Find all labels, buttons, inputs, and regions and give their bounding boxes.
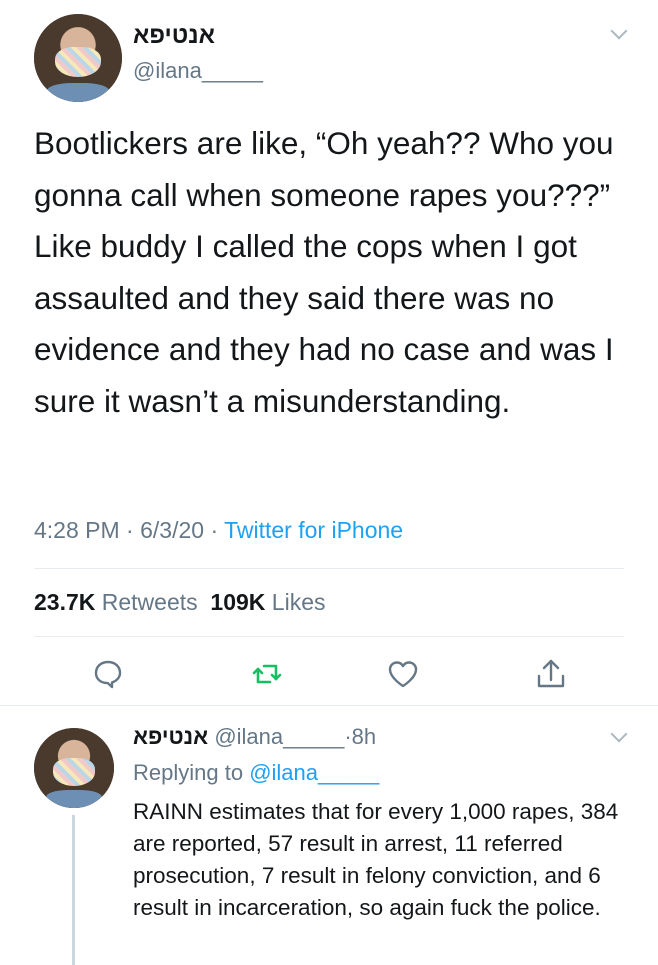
tweet-meta: 4:28 PM · 6/3/20 · Twitter for iPhone	[34, 517, 403, 544]
replying-label: Replying to	[133, 760, 244, 785]
divider	[0, 705, 658, 706]
likes-label[interactable]: Likes	[272, 589, 326, 615]
reply-display-name[interactable]: אנטיפא	[133, 724, 208, 749]
handle[interactable]: @ilana_____	[133, 58, 263, 84]
tweet-text: Bootlickers are like, “Oh yeah?? Who you…	[34, 125, 614, 419]
divider	[34, 636, 624, 637]
reply-icon[interactable]	[90, 656, 126, 692]
thread-line	[72, 815, 75, 965]
reply-header: אנטיפא @ilana_____·8h	[133, 724, 376, 750]
share-icon[interactable]	[533, 656, 569, 692]
divider	[34, 568, 624, 569]
heart-icon[interactable]	[385, 656, 421, 692]
reply-handle[interactable]: @ilana_____	[214, 724, 344, 749]
display-name[interactable]: אנטיפא	[133, 22, 215, 50]
tweet-source-link[interactable]: Twitter for iPhone	[224, 517, 403, 543]
retweets-count[interactable]: 23.7K	[34, 589, 95, 615]
likes-count[interactable]: 109K	[210, 589, 265, 615]
replying-to-link[interactable]: @ilana_____	[249, 760, 379, 785]
tweet-date: 6/3/20	[140, 517, 205, 543]
chevron-down-icon[interactable]	[610, 725, 628, 743]
avatar[interactable]	[34, 14, 122, 102]
tweet-time: 4:28 PM	[34, 517, 120, 543]
meta-separator: ·	[126, 517, 134, 543]
meta-separator: ·	[210, 517, 219, 543]
retweet-icon[interactable]	[249, 656, 285, 692]
tweet-stats: 23.7K Retweets 109K Likes	[34, 589, 326, 616]
reply-age: 8h	[351, 724, 377, 749]
chevron-down-icon[interactable]	[610, 22, 628, 40]
reply-separator: ·	[344, 724, 352, 749]
retweets-label[interactable]: Retweets	[102, 589, 198, 615]
replying-to: Replying to @ilana_____	[133, 760, 379, 786]
reply-text: RAINN estimates that for every 1,000 rap…	[133, 799, 619, 920]
reply-avatar[interactable]	[34, 728, 114, 808]
